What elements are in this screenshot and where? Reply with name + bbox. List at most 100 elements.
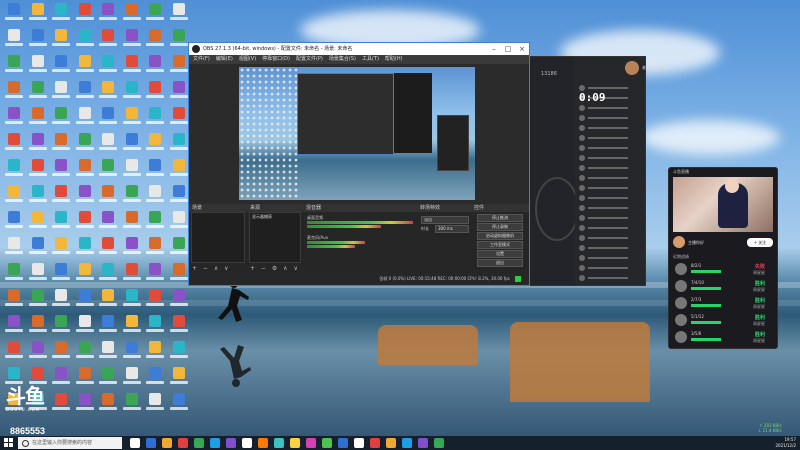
record-row[interactable]: 7/4/10 胜利 周星星 — [673, 278, 773, 296]
desktop-icon[interactable] — [4, 314, 24, 340]
menu-item[interactable]: 场景集合(S) — [329, 55, 356, 64]
obs-titlebar[interactable]: OBS 27.1.3 (64-bit, windows) - 配置文件: 未命名… — [189, 43, 529, 55]
desktop-icon[interactable] — [169, 262, 189, 288]
desktop-icon[interactable] — [75, 158, 95, 184]
desktop-icon[interactable] — [122, 262, 142, 288]
desktop-icon[interactable] — [4, 184, 24, 210]
desktop-icon[interactable] — [51, 80, 71, 106]
desktop-icon[interactable] — [51, 288, 71, 314]
menu-item[interactable]: 文件(F) — [193, 55, 210, 64]
desktop-icon[interactable] — [51, 106, 71, 132]
desktop-icon[interactable] — [51, 366, 71, 392]
desktop-icon[interactable] — [98, 2, 118, 28]
desktop-icon[interactable] — [98, 210, 118, 236]
desktop-icon[interactable] — [75, 54, 95, 80]
obs-preview-canvas[interactable] — [239, 67, 475, 200]
menu-item[interactable]: 视图(V) — [239, 55, 256, 64]
desktop-icon[interactable] — [169, 392, 189, 418]
desktop-icon[interactable] — [98, 392, 118, 418]
minimize-button[interactable]: – — [487, 43, 501, 55]
desktop-icon[interactable] — [75, 314, 95, 340]
desktop-icon[interactable] — [75, 288, 95, 314]
desktop-icon[interactable] — [145, 288, 165, 314]
desktop-icon[interactable] — [145, 158, 165, 184]
obs-window[interactable]: OBS 27.1.3 (64-bit, windows) - 配置文件: 未命名… — [188, 42, 530, 286]
desktop-icon[interactable] — [75, 184, 95, 210]
taskbar-app-icon[interactable] — [338, 438, 348, 448]
desktop-icon[interactable] — [51, 236, 71, 262]
desktop-icon[interactable] — [51, 340, 71, 366]
desktop-icon[interactable] — [4, 106, 24, 132]
close-button[interactable]: × — [515, 43, 529, 55]
desktop-icon[interactable] — [98, 132, 118, 158]
desktop-icon[interactable] — [98, 54, 118, 80]
desktop-icon[interactable] — [169, 28, 189, 54]
mixer-track[interactable]: 麦克风/Aux — [307, 236, 413, 250]
desktop-icon[interactable] — [169, 54, 189, 80]
dark-chat-app-window[interactable]: 13186 老板你的直播 0:09 — [528, 56, 666, 286]
desktop-icon[interactable] — [28, 210, 48, 236]
desktop-icon[interactable] — [4, 262, 24, 288]
desktop-icon[interactable] — [4, 80, 24, 106]
desktop-icon[interactable] — [122, 340, 142, 366]
desktop-icon[interactable] — [145, 132, 165, 158]
desktop-icon[interactable] — [122, 366, 142, 392]
desktop-icon[interactable] — [75, 262, 95, 288]
taskbar-app-icon[interactable] — [242, 438, 252, 448]
desktop-icon[interactable] — [4, 158, 24, 184]
desktop-icon[interactable] — [28, 28, 48, 54]
record-row[interactable]: 2/7/3 胜利 周星星 — [673, 295, 773, 313]
desktop-icon[interactable] — [145, 28, 165, 54]
desktop-icon[interactable] — [75, 340, 95, 366]
desktop-icon[interactable] — [28, 340, 48, 366]
desktop-icon[interactable] — [122, 184, 142, 210]
taskbar-app-icon[interactable] — [290, 438, 300, 448]
menu-item[interactable]: 编辑(E) — [216, 55, 233, 64]
sources-dock[interactable]: 来源 显示器捕获 + − ⚙ ∧ ∨ — [247, 204, 304, 273]
desktop-icon[interactable] — [122, 314, 142, 340]
desktop-icon[interactable] — [4, 210, 24, 236]
follow-button[interactable]: + 关注 — [747, 238, 773, 247]
mixer-dock[interactable]: 混音器 桌面音频 麦克风/Aux — [303, 204, 418, 273]
taskbar-app-icon[interactable] — [146, 438, 156, 448]
taskbar-app-icon[interactable] — [434, 438, 444, 448]
taskbar-app-icon[interactable] — [194, 438, 204, 448]
taskbar-app-icon[interactable] — [322, 438, 332, 448]
desktop-icon[interactable] — [51, 392, 71, 418]
desktop-icon[interactable] — [51, 28, 71, 54]
desktop-icon[interactable] — [75, 392, 95, 418]
scenes-toolbar[interactable]: + − ∧ ∨ — [192, 265, 231, 272]
desktop-icon[interactable] — [122, 28, 142, 54]
desktop-icon[interactable] — [98, 80, 118, 106]
stop-streaming-button[interactable]: 停止推流 — [477, 214, 523, 222]
menu-item[interactable]: 帮助(H) — [385, 55, 403, 64]
desktop-icon[interactable] — [169, 106, 189, 132]
settings-button[interactable]: 设置 — [477, 250, 523, 258]
menu-item[interactable]: 工具(T) — [362, 55, 379, 64]
desktop-icon[interactable] — [169, 184, 189, 210]
record-row[interactable]: 3/5/6 胜利 周星星 — [673, 329, 773, 347]
desktop-icon[interactable] — [51, 158, 71, 184]
desktop-icon[interactable] — [122, 106, 142, 132]
desktop-icon[interactable] — [51, 210, 71, 236]
duration-input[interactable]: 300 ms — [435, 225, 469, 233]
desktop-icon[interactable] — [145, 366, 165, 392]
desktop-icon[interactable] — [169, 236, 189, 262]
desktop-icon[interactable] — [98, 288, 118, 314]
maximize-button[interactable]: □ — [501, 43, 515, 55]
desktop-icon[interactable] — [98, 262, 118, 288]
virtual-camera-button[interactable]: 启动虚拟摄像机 — [477, 232, 523, 240]
desktop-icon[interactable] — [28, 236, 48, 262]
desktop-icon[interactable] — [122, 2, 142, 28]
desktop-icon[interactable] — [145, 106, 165, 132]
desktop-icon[interactable] — [51, 314, 71, 340]
desktop-icon[interactable] — [28, 288, 48, 314]
desktop-icon[interactable] — [28, 54, 48, 80]
desktop-icon[interactable] — [98, 184, 118, 210]
desktop-icon[interactable] — [169, 340, 189, 366]
taskbar-app-icon[interactable] — [354, 438, 364, 448]
desktop-icon[interactable] — [28, 184, 48, 210]
exit-button[interactable]: 退出 — [477, 259, 523, 267]
transitions-dock[interactable]: 转场特效 淡出 时长 300 ms — [417, 204, 472, 273]
desktop-icon[interactable] — [98, 236, 118, 262]
